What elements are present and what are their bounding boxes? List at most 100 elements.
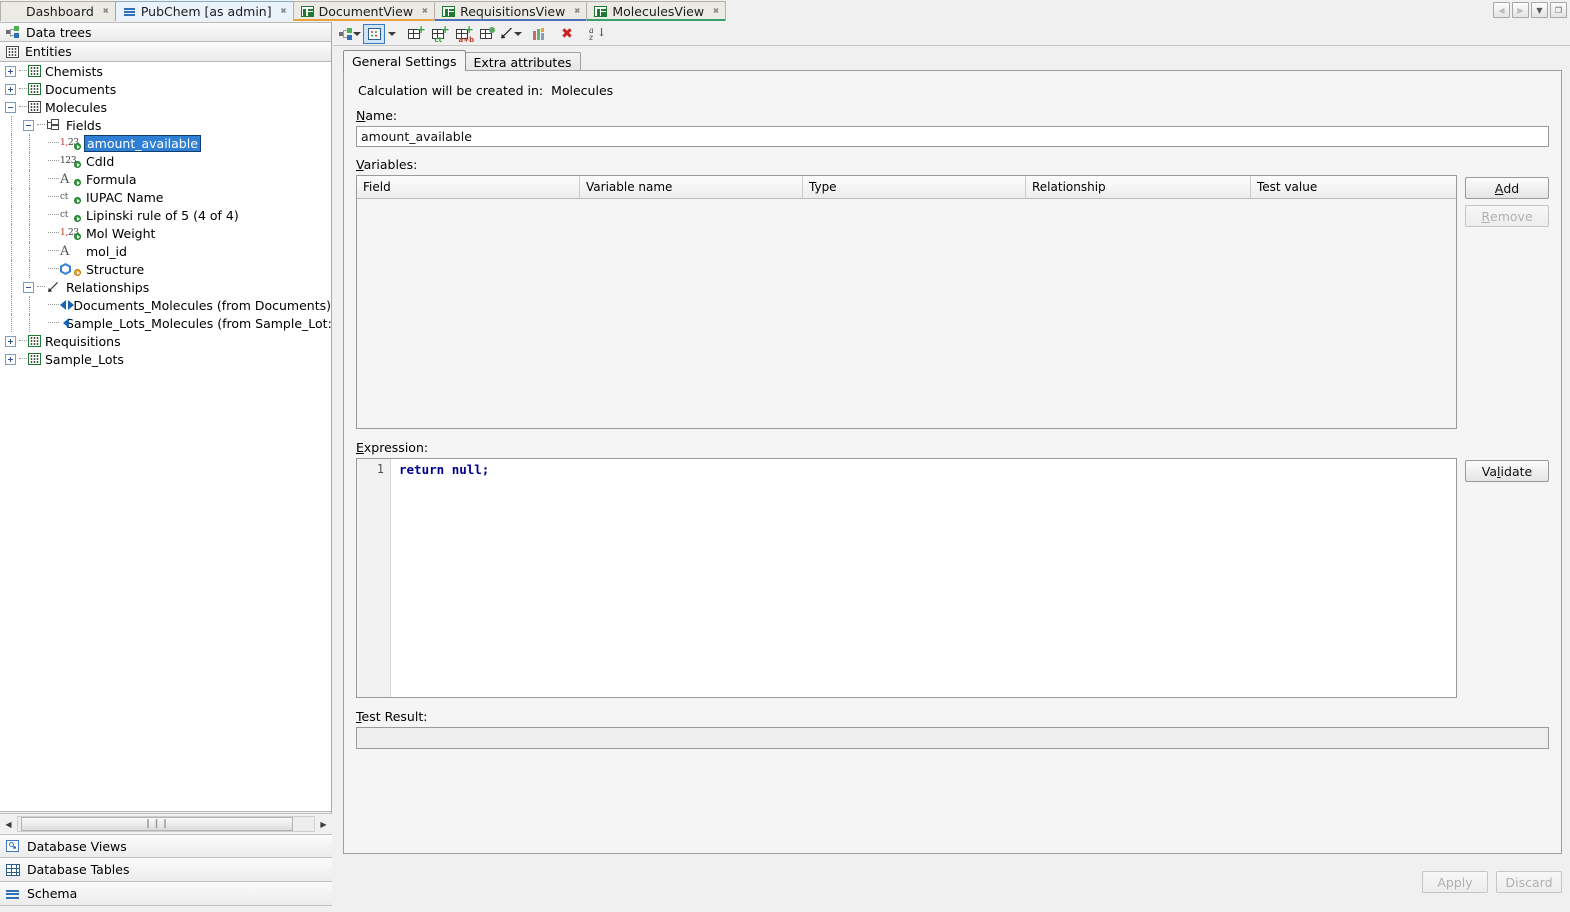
column-header-variable-name[interactable]: Variable name bbox=[580, 176, 803, 198]
tree-item-label: Formula bbox=[86, 172, 137, 187]
column-header-type[interactable]: Type bbox=[803, 176, 1026, 198]
variables-label: Variables: bbox=[356, 157, 1549, 172]
bar-chart-icon bbox=[533, 28, 546, 40]
new-formula-field-button[interactable]: +a+b bbox=[452, 24, 474, 44]
sort-button[interactable]: az↓ bbox=[584, 24, 606, 44]
restore-window-button[interactable]: ❐ bbox=[1550, 2, 1567, 18]
window-tab-documentview[interactable]: DocumentView ✖ bbox=[293, 1, 435, 21]
expression-editor[interactable]: 1 return null; bbox=[356, 458, 1457, 698]
expand-icon[interactable] bbox=[5, 354, 16, 365]
tab-accent-underline bbox=[435, 19, 586, 22]
tree-item-relationships[interactable]: Relationships bbox=[0, 278, 331, 296]
sort-az-icon: az↓ bbox=[588, 27, 602, 41]
sidebar-item-database-tables[interactable]: Database Tables bbox=[0, 858, 332, 882]
scrollbar-thumb[interactable]: ❙❙❙ bbox=[21, 817, 293, 831]
collapse-icon[interactable] bbox=[23, 120, 34, 131]
tree-item-requisitions[interactable]: Requisitions bbox=[0, 332, 331, 350]
relationship-button[interactable] bbox=[500, 24, 522, 44]
tab-general-settings[interactable]: General Settings bbox=[343, 50, 466, 71]
tree-item-formula[interactable]: A Formula bbox=[0, 170, 331, 188]
test-result-field[interactable] bbox=[356, 727, 1549, 749]
left-panel: Data trees Entities Chemists Documents bbox=[0, 22, 332, 912]
tree-horizontal-scrollbar[interactable]: ◀ ❙❙❙ ▶ bbox=[0, 813, 332, 834]
data-tree-button[interactable] bbox=[339, 24, 361, 44]
variables-table-body[interactable] bbox=[357, 199, 1456, 428]
text-field-icon: A bbox=[60, 244, 82, 258]
close-icon[interactable]: ✖ bbox=[281, 7, 287, 17]
tree-connector bbox=[19, 70, 27, 72]
expand-icon[interactable] bbox=[5, 336, 16, 347]
entities-header[interactable]: Entities bbox=[0, 42, 331, 62]
tree-guide bbox=[11, 242, 12, 260]
tree-item-documents-molecules[interactable]: Documents_Molecules (from Documents) bbox=[0, 296, 331, 314]
column-header-relationship[interactable]: Relationship bbox=[1026, 176, 1251, 198]
tree-guide bbox=[11, 116, 12, 134]
chevron-down-icon[interactable] bbox=[388, 32, 396, 36]
tree-item-structure[interactable]: Structure bbox=[0, 260, 331, 278]
window-tab-pubchem[interactable]: PubChem [as admin] ✖ bbox=[115, 1, 294, 21]
tree-item-cdid[interactable]: 123 CdId bbox=[0, 152, 331, 170]
tree-connector bbox=[48, 250, 59, 252]
tree-item-sample-lots[interactable]: Sample_Lots bbox=[0, 350, 331, 368]
close-icon[interactable]: ✖ bbox=[422, 7, 428, 17]
close-icon[interactable]: ✖ bbox=[103, 7, 109, 17]
tab-list-button[interactable]: ▼ bbox=[1531, 2, 1548, 18]
statistics-button[interactable] bbox=[528, 24, 550, 44]
name-label: Name: bbox=[356, 108, 1549, 123]
close-icon[interactable]: ✖ bbox=[713, 7, 719, 17]
nav-back-button[interactable]: ◀ bbox=[1493, 2, 1510, 18]
data-trees-header[interactable]: Data trees bbox=[0, 22, 331, 42]
validate-button[interactable]: Validate bbox=[1465, 460, 1549, 482]
remove-variable-button[interactable]: Remove bbox=[1465, 205, 1549, 227]
tree-item-sample-lots-molecules[interactable]: Sample_Lots_Molecules (from Sample_Lot: bbox=[0, 314, 331, 332]
window-tab-dashboard[interactable]: Dashboard ✖ bbox=[0, 1, 116, 21]
collapse-icon[interactable] bbox=[23, 282, 34, 293]
tree-item-lipinski[interactable]: ct Lipinski rule of 5 (4 of 4) bbox=[0, 206, 331, 224]
window-tab-requisitionsview[interactable]: RequisitionsView ✖ bbox=[434, 1, 587, 21]
tree-item-label: amount_available bbox=[85, 136, 200, 151]
sidebar-item-database-views[interactable]: Database Views bbox=[0, 834, 332, 858]
sidebar-item-schema[interactable]: Schema bbox=[0, 882, 332, 906]
new-calculated-field-button[interactable]: +ct bbox=[428, 24, 450, 44]
expand-icon[interactable] bbox=[5, 84, 16, 95]
column-header-test-value[interactable]: Test value bbox=[1251, 176, 1456, 198]
tree-item-amount-available[interactable]: 1,23 amount_available bbox=[0, 134, 331, 152]
expression-code[interactable]: return null; bbox=[391, 459, 1456, 697]
variables-table[interactable]: Field Variable name Type Relationship Te… bbox=[356, 175, 1457, 429]
tree-item-fields[interactable]: Fields bbox=[0, 116, 331, 134]
scroll-right-icon[interactable]: ▶ bbox=[315, 815, 332, 834]
new-field-button[interactable]: + bbox=[404, 24, 426, 44]
tree-item-mol-weight[interactable]: 1,23 Mol Weight bbox=[0, 224, 331, 242]
column-header-field[interactable]: Field bbox=[357, 176, 580, 198]
tree-item-molecules[interactable]: Molecules bbox=[0, 98, 331, 116]
name-input[interactable] bbox=[356, 126, 1549, 147]
close-icon[interactable]: ✖ bbox=[574, 7, 580, 17]
add-variable-button[interactable]: Add bbox=[1465, 177, 1549, 199]
schema-icon bbox=[6, 888, 20, 900]
discard-button[interactable]: Discard bbox=[1496, 871, 1562, 893]
entity-grid-button[interactable] bbox=[363, 24, 385, 44]
expand-icon[interactable] bbox=[5, 66, 16, 77]
diagonal-arrow-icon bbox=[500, 28, 513, 40]
form-tab-bar: General Settings Extra attributes bbox=[333, 50, 1570, 71]
tree-item-iupac-name[interactable]: ct IUPAC Name bbox=[0, 188, 331, 206]
chevron-down-icon[interactable] bbox=[353, 32, 361, 36]
window-tab-moleculesview[interactable]: MoleculesView ✖ bbox=[586, 1, 726, 21]
nav-forward-button[interactable]: ▶ bbox=[1512, 2, 1529, 18]
apply-button[interactable]: Apply bbox=[1422, 871, 1488, 893]
delete-button[interactable]: ✖ bbox=[556, 24, 578, 44]
test-result-label: Test Result: bbox=[356, 709, 1549, 724]
new-linked-field-button[interactable] bbox=[476, 24, 498, 44]
chevron-down-icon[interactable] bbox=[514, 32, 522, 36]
tree-item-mol-id[interactable]: A mol_id bbox=[0, 242, 331, 260]
tree-item-documents[interactable]: Documents bbox=[0, 80, 331, 98]
collapse-icon[interactable] bbox=[5, 102, 16, 113]
tab-extra-attributes[interactable]: Extra attributes bbox=[465, 52, 581, 71]
entity-tree[interactable]: Chemists Documents Molecules bbox=[0, 62, 331, 812]
tree-item-chemists[interactable]: Chemists bbox=[0, 62, 331, 80]
scrollbar-track[interactable]: ❙❙❙ bbox=[17, 816, 315, 832]
code-terminator: ; bbox=[482, 462, 490, 477]
grid-icon bbox=[6, 46, 19, 58]
scroll-left-icon[interactable]: ◀ bbox=[0, 815, 17, 834]
created-in-row: Calculation will be created in: Molecule… bbox=[358, 83, 1549, 98]
